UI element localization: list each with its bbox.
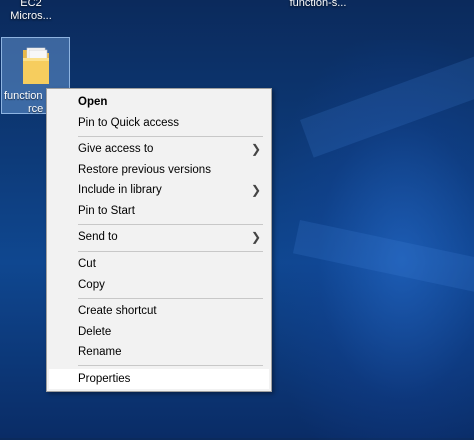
wallpaper-beam bbox=[292, 220, 474, 308]
menu-item-label: Pin to Start bbox=[78, 205, 135, 217]
menu-item-open[interactable]: Open bbox=[49, 92, 269, 112]
menu-item-label: Rename bbox=[78, 346, 122, 358]
menu-item-label: Pin to Quick access bbox=[78, 117, 179, 129]
chevron-right-icon: ❯ bbox=[250, 183, 261, 197]
menu-separator bbox=[78, 224, 263, 225]
menu-separator bbox=[78, 365, 263, 366]
desktop-icon-function-label[interactable]: function-s... bbox=[283, 0, 353, 10]
chevron-right-icon: ❯ bbox=[250, 230, 261, 244]
menu-item-label: Cut bbox=[78, 258, 96, 270]
wallpaper-glow bbox=[270, 40, 474, 440]
chevron-right-icon: ❯ bbox=[250, 142, 261, 156]
menu-item-pin-to-quick-access[interactable]: Pin to Quick access bbox=[49, 113, 269, 133]
menu-item-delete[interactable]: Delete bbox=[49, 322, 269, 342]
menu-item-send-to[interactable]: Send to ❯ bbox=[49, 227, 269, 247]
menu-separator bbox=[78, 251, 263, 252]
menu-item-properties[interactable]: Properties bbox=[49, 369, 269, 389]
menu-item-give-access-to[interactable]: Give access to ❯ bbox=[49, 139, 269, 159]
context-menu: Open Pin to Quick access Give access to … bbox=[46, 88, 272, 392]
wallpaper-beam bbox=[300, 31, 474, 158]
menu-item-label: Delete bbox=[78, 326, 112, 338]
menu-item-label: Include in library bbox=[78, 184, 162, 196]
menu-item-cut[interactable]: Cut bbox=[49, 254, 269, 274]
menu-item-restore-previous-versions[interactable]: Restore previous versions bbox=[49, 160, 269, 180]
menu-item-label: Give access to bbox=[78, 143, 154, 155]
folder-icon bbox=[23, 47, 49, 84]
desktop-icon-ec2-label[interactable]: EC2 Micros... bbox=[6, 0, 56, 23]
menu-item-label: Restore previous versions bbox=[78, 164, 211, 176]
menu-separator bbox=[78, 298, 263, 299]
menu-item-include-in-library[interactable]: Include in library ❯ bbox=[49, 180, 269, 200]
menu-item-label: Send to bbox=[78, 231, 118, 243]
menu-item-pin-to-start[interactable]: Pin to Start bbox=[49, 201, 269, 221]
menu-item-label: Properties bbox=[78, 373, 131, 385]
menu-item-label: Create shortcut bbox=[78, 305, 157, 317]
desktop-icon-ec2-label-line1: EC2 bbox=[20, 0, 42, 9]
menu-item-create-shortcut[interactable]: Create shortcut bbox=[49, 301, 269, 321]
menu-separator bbox=[78, 136, 263, 137]
desktop-icon-ec2-label-line2: Micros... bbox=[10, 10, 52, 22]
menu-item-copy[interactable]: Copy bbox=[49, 275, 269, 295]
menu-item-label: Open bbox=[78, 96, 108, 108]
menu-item-label: Copy bbox=[78, 279, 105, 291]
menu-item-rename[interactable]: Rename bbox=[49, 342, 269, 362]
